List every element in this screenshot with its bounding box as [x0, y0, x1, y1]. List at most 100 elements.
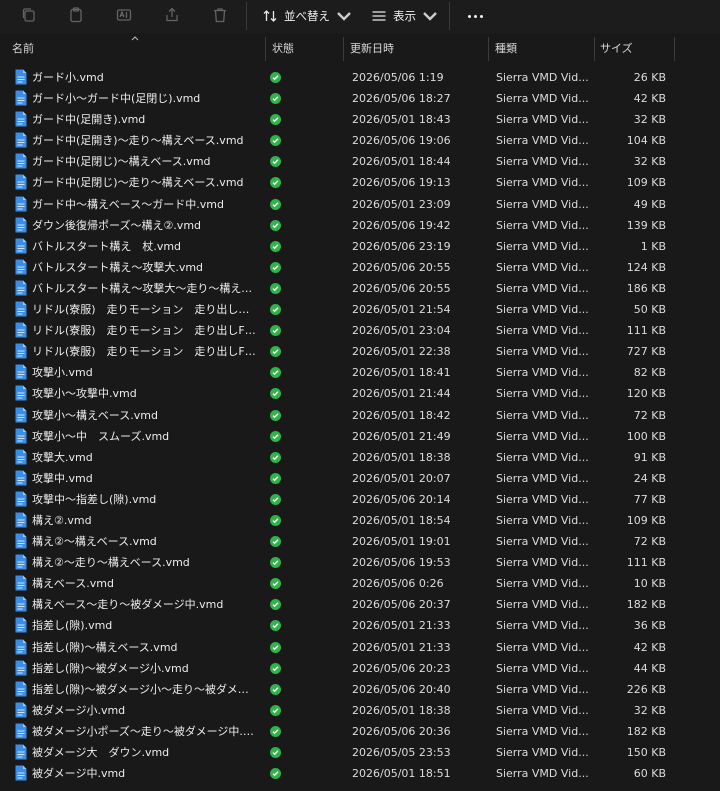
- file-name[interactable]: 攻撃中.vmd: [32, 468, 256, 489]
- column-divider[interactable]: [594, 37, 595, 61]
- file-name[interactable]: リドル(寮服) 走りモーション 走り出しF0～...: [32, 320, 256, 341]
- file-name[interactable]: 指差し(隙).vmd: [32, 615, 256, 636]
- file-name[interactable]: 攻撃小～中 スムーズ.vmd: [32, 426, 256, 447]
- file-name[interactable]: 攻撃中～指差し(隙).vmd: [32, 489, 256, 510]
- file-row[interactable]: ガード中(足開き).vmd 2026/05/01 18:43 Sierra VMD …: [0, 109, 720, 130]
- delete-icon[interactable]: [209, 4, 231, 26]
- file-name[interactable]: リドル(寮服) 走りモーション 走り出し～構...: [32, 299, 256, 320]
- chevron-down-icon: [423, 12, 437, 21]
- file-name[interactable]: ガード小.vmd: [32, 67, 256, 88]
- file-name[interactable]: 構えベース～走り～被ダメージ中.vmd: [32, 594, 256, 615]
- file-size: 120 KB: [626, 387, 666, 401]
- file-row[interactable]: 攻撃小～構えベース.vmd 2026/05/01 18:42 Sierra VMD …: [0, 405, 720, 426]
- file-row[interactable]: ガード中(足閉じ)～走り～構えベース.vmd 2026/05/06 19:13 Si…: [0, 172, 720, 193]
- file-size: 24 KB: [633, 471, 666, 485]
- file-type: Sierra VMD Vid...: [496, 619, 589, 633]
- paste-icon[interactable]: [65, 4, 87, 26]
- file-row[interactable]: リドル(寮服) 走りモーション 走り出しF0～... 2026/05/01 23:…: [0, 320, 720, 341]
- file-row[interactable]: 構えベース～走り～被ダメージ中.vmd 2026/05/06 20:37 Sierr…: [0, 594, 720, 615]
- file-name[interactable]: 指差し(隙)～構えベース.vmd: [32, 637, 256, 658]
- file-row[interactable]: 構えベース.vmd 2026/05/06 0:26 Sierra VMD Vid..…: [0, 573, 720, 594]
- file-row[interactable]: 構え②.vmd 2026/05/01 18:54 Sierra VMD Vid...…: [0, 510, 720, 531]
- sync-status-icon: [270, 198, 281, 210]
- file-name[interactable]: 被ダメージ小ポーズ～走り～被ダメージ中.vmd: [32, 721, 256, 742]
- file-name[interactable]: ガード中(足閉じ)～構えベース.vmd: [32, 151, 256, 172]
- file-type: Sierra VMD Vid...: [496, 71, 589, 84]
- file-name[interactable]: ダウン後復帰ポーズ～構え②.vmd: [32, 215, 256, 236]
- column-divider[interactable]: [674, 37, 675, 61]
- view-button[interactable]: 表示: [371, 5, 438, 27]
- file-name[interactable]: バトルスタート構え～攻撃大.vmd: [32, 257, 256, 278]
- file-name[interactable]: 攻撃小.vmd: [32, 362, 256, 383]
- file-row[interactable]: リドル(寮服) 走りモーション 走り出し～構... 2026/05/01 21:5…: [0, 299, 720, 320]
- file-row[interactable]: 攻撃小～中 スムーズ.vmd 2026/05/01 21:49 Sierra VMD…: [0, 426, 720, 447]
- file-name[interactable]: 被ダメージ中.vmd: [32, 763, 256, 784]
- file-name[interactable]: 被ダメージ小.vmd: [32, 700, 256, 721]
- sync-status-icon: [270, 240, 281, 252]
- file-name[interactable]: 構え②～構えベース.vmd: [32, 531, 256, 552]
- file-row[interactable]: バトルスタート構え 杖.vmd 2026/05/06 23:19 Sierra VM…: [0, 236, 720, 257]
- sync-status-icon: [270, 599, 281, 611]
- file-row[interactable]: ガード小～ガード中(足閉じ).vmd 2026/05/06 18:27 Sierra…: [0, 88, 720, 109]
- column-header-name[interactable]: 名前: [8, 37, 34, 61]
- file-size: 727 KB: [626, 345, 666, 359]
- file-row[interactable]: バトルスタート構え～攻撃大.vmd 2026/05/06 20:55 Sierra …: [0, 257, 720, 278]
- file-name[interactable]: 指差し(隙)～被ダメージ小～走り～被ダメージ...: [32, 679, 256, 700]
- file-row[interactable]: ダウン後復帰ポーズ～構え②.vmd 2026/05/06 19:42 Sierra …: [0, 215, 720, 236]
- file-row[interactable]: 指差し(隙)～被ダメージ小.vmd 2026/05/06 20:23 Sierra …: [0, 658, 720, 679]
- file-row[interactable]: ガード中(足閉じ)～構えベース.vmd 2026/05/01 18:44 Sierr…: [0, 151, 720, 172]
- file-date: 2026/05/06 19:06: [352, 134, 451, 148]
- file-row[interactable]: 指差し(隙)～構えベース.vmd 2026/05/01 21:33 Sierra V…: [0, 637, 720, 658]
- column-header-type[interactable]: 種類: [491, 37, 517, 61]
- file-name[interactable]: ガード中(足開き).vmd: [32, 109, 256, 130]
- file-name[interactable]: ガード小～ガード中(足閉じ).vmd: [32, 88, 256, 109]
- column-divider[interactable]: [265, 37, 266, 61]
- file-name[interactable]: ガード中(足開き)～走り～構えベース.vmd: [32, 130, 256, 151]
- file-name[interactable]: 構えベース.vmd: [32, 573, 256, 594]
- file-name[interactable]: 被ダメージ大 ダウン.vmd: [32, 742, 256, 763]
- file-row[interactable]: ガード中(足開き)～走り～構えベース.vmd 2026/05/06 19:06 Si…: [0, 130, 720, 151]
- file-row[interactable]: 被ダメージ小ポーズ～走り～被ダメージ中.vmd 2026/05/06 20:36 S…: [0, 721, 720, 742]
- file-row[interactable]: ガード中～構えベース～ガード中.vmd 2026/05/01 23:09 Sierr…: [0, 194, 720, 215]
- file-row[interactable]: 攻撃小～攻撃中.vmd 2026/05/01 21:44 Sierra VMD Vi…: [0, 383, 720, 404]
- sort-button[interactable]: 並べ替え: [262, 5, 352, 27]
- column-header-size[interactable]: サイズ: [596, 37, 633, 61]
- file-row[interactable]: 攻撃小.vmd 2026/05/01 18:41 Sierra VMD Vid...…: [0, 362, 720, 383]
- file-row[interactable]: 構え②～構えベース.vmd 2026/05/01 19:01 Sierra VMD …: [0, 531, 720, 552]
- file-name[interactable]: リドル(寮服) 走りモーション 走り出しF0～...: [32, 341, 256, 362]
- file-name[interactable]: バトルスタート構え 杖.vmd: [32, 236, 256, 257]
- file-type: Sierra VMD Vid...: [496, 260, 589, 274]
- column-header-status[interactable]: 状態: [268, 37, 294, 61]
- file-row[interactable]: 攻撃大.vmd 2026/05/01 18:38 Sierra VMD Vid...…: [0, 447, 720, 468]
- file-name[interactable]: 攻撃大.vmd: [32, 447, 256, 468]
- file-name[interactable]: 攻撃小～攻撃中.vmd: [32, 383, 256, 404]
- file-name[interactable]: ガード中(足閉じ)～走り～構えベース.vmd: [32, 172, 256, 193]
- ellipsis-icon[interactable]: [463, 6, 487, 26]
- copy-icon[interactable]: [18, 4, 40, 26]
- file-name[interactable]: 指差し(隙)～被ダメージ小.vmd: [32, 658, 256, 679]
- file-row[interactable]: 被ダメージ中.vmd 2026/05/01 18:51 Sierra VMD Vid…: [0, 763, 720, 784]
- file-name[interactable]: ガード中～構えベース～ガード中.vmd: [32, 194, 256, 215]
- share-icon[interactable]: [161, 4, 183, 26]
- file-name[interactable]: 構え②～走り～構えベース.vmd: [32, 552, 256, 573]
- file-row[interactable]: 被ダメージ小.vmd 2026/05/01 18:38 Sierra VMD Vid…: [0, 700, 720, 721]
- file-row[interactable]: 構え②～走り～構えベース.vmd 2026/05/06 19:53 Sierra V…: [0, 552, 720, 573]
- file-type: Sierra VMD Vid...: [496, 408, 589, 422]
- file-row[interactable]: 被ダメージ大 ダウン.vmd 2026/05/05 23:53 Sierra VMD…: [0, 742, 720, 763]
- file-row[interactable]: 指差し(隙)～被ダメージ小～走り～被ダメージ... 2026/05/06 20:4…: [0, 679, 720, 700]
- column-header-date[interactable]: 更新日時: [346, 37, 394, 61]
- file-row[interactable]: ガード小.vmd 2026/05/06 1:19 Sierra VMD Vid...…: [0, 67, 720, 88]
- file-name[interactable]: 構え②.vmd: [32, 510, 256, 531]
- file-name[interactable]: バトルスタート構え～攻撃大～走り～構えベー...: [32, 278, 256, 299]
- file-row[interactable]: リドル(寮服) 走りモーション 走り出しF0～... 2026/05/01 22:…: [0, 341, 720, 362]
- file-row[interactable]: 攻撃中～指差し(隙).vmd 2026/05/06 20:14 Sierra VMD…: [0, 489, 720, 510]
- file-name[interactable]: 攻撃小～構えベース.vmd: [32, 405, 256, 426]
- column-divider[interactable]: [343, 37, 344, 61]
- file-row[interactable]: 指差し(隙).vmd 2026/05/01 21:33 Sierra VMD Vid…: [0, 615, 720, 636]
- file-row[interactable]: バトルスタート構え～攻撃大～走り～構えベー... 2026/05/06 20:55…: [0, 278, 720, 299]
- file-type: Sierra VMD Vid...: [496, 703, 589, 717]
- file-type: Sierra VMD Vid...: [496, 450, 589, 464]
- file-row[interactable]: 攻撃中.vmd 2026/05/01 20:07 Sierra VMD Vid...…: [0, 468, 720, 489]
- rename-icon[interactable]: [113, 4, 135, 26]
- column-divider[interactable]: [488, 37, 489, 61]
